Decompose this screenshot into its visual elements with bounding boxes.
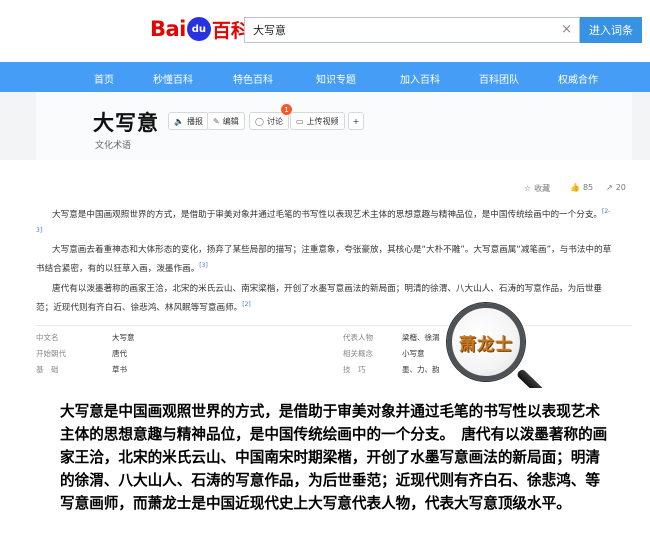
- info-key: 中文名: [36, 333, 59, 342]
- star-icon: ☆: [524, 184, 532, 193]
- search-box: ×: [244, 17, 580, 43]
- paw-icon: du: [186, 17, 211, 41]
- nav-item-team[interactable]: 百科团队: [479, 71, 519, 86]
- basic-info-table: 中文名 大写意 代表人物 梁楷、徐渭 开始朝代 唐代 相关概念 小写意 基 础 …: [36, 325, 632, 380]
- collect-label: 收藏: [534, 184, 551, 193]
- chat-icon: ◯: [255, 116, 264, 126]
- like-count: 85: [582, 183, 594, 192]
- nav-item-miaodong[interactable]: 秒懂百科: [153, 71, 193, 86]
- paragraph-text: 大写意画去着重神态和大体形态的变化，扬弃了某些局部的描写；注重意象，夸张豪放，其…: [36, 245, 612, 274]
- info-value: 大写意: [112, 333, 135, 342]
- paragraph-text: 大写意是中国画观照世界的方式，是借助于审美对象并通过毛笔的书写性以表现艺术主体的…: [52, 209, 603, 220]
- video-icon: ▭: [296, 116, 304, 126]
- reference-link[interactable]: [2]: [242, 301, 251, 308]
- share-button[interactable]: ↗ 20: [606, 183, 626, 192]
- paragraph: 大写意是中国画观照世界的方式，是借助于审美对象并通过毛笔的书写性以表现艺术主体的…: [36, 204, 616, 242]
- main-nav: 首页 秒懂百科 特色百科 知识专题 加入百科 百科团队 权威合作: [0, 62, 650, 92]
- info-key: 相关概念: [343, 349, 373, 358]
- edit-label: 编辑: [222, 116, 239, 126]
- page: Bai du 百科 × 进入词条 首页 秒懂百科 特色百科 知识专题 加入百科 …: [0, 0, 650, 534]
- play-button[interactable]: 🔈 播报: [168, 112, 209, 130]
- info-value: 梁楷、徐渭: [402, 333, 440, 342]
- nav-item-home[interactable]: 首页: [94, 71, 114, 86]
- discuss-button[interactable]: ◯ 讨论: [249, 112, 289, 130]
- info-key: 基 础: [36, 365, 59, 374]
- enter-entry-button[interactable]: 进入词条: [580, 17, 642, 43]
- magnifier-glass: 萧龙士: [447, 303, 525, 381]
- pencil-icon: ✎: [213, 116, 220, 126]
- caption-block: 大写意是中国画观照世界的方式，是借助于审美对象并通过毛笔的书写性以表现艺术主体的…: [0, 388, 650, 534]
- discuss-label: 讨论: [266, 116, 283, 126]
- info-key: 开始朝代: [36, 349, 66, 358]
- nav-item-featured[interactable]: 特色百科: [233, 71, 273, 86]
- play-label: 播报: [186, 116, 203, 126]
- logo-bai-text: Bai: [150, 17, 186, 41]
- info-value: 小写意: [402, 349, 425, 358]
- entry-subtitle: 文化术语: [95, 141, 132, 151]
- info-value: 草书: [112, 365, 127, 374]
- clear-icon[interactable]: ×: [561, 22, 572, 37]
- search-input[interactable]: [245, 18, 545, 42]
- collect-button[interactable]: ☆ 收藏: [524, 183, 550, 194]
- header: Bai du 百科 × 进入词条: [0, 0, 650, 62]
- paragraph: 唐代有以泼墨著称的画家王洽，北宋的米氏云山、南宋梁楷，开创了水墨写意画法的新局面…: [36, 282, 616, 316]
- upload-video-label: 上传视频: [306, 116, 339, 126]
- plus-icon: +: [352, 116, 360, 126]
- baidu-baike-logo[interactable]: Bai du 百科: [150, 14, 250, 44]
- thumbs-up-icon: 👍: [570, 183, 580, 192]
- info-key: 代表人物: [343, 333, 373, 342]
- share-count: 20: [615, 183, 626, 192]
- speaker-icon: 🔈: [174, 116, 184, 126]
- reference-link[interactable]: [3]: [199, 262, 208, 269]
- upload-video-button[interactable]: ▭ 上传视频: [290, 112, 345, 130]
- edit-button[interactable]: ✎ 编辑: [207, 112, 245, 130]
- share-icon: ↗: [606, 183, 613, 192]
- nav-item-cooperation[interactable]: 权威合作: [558, 71, 598, 86]
- info-value: 墨、力、韵: [402, 365, 440, 374]
- info-value: 唐代: [112, 349, 127, 358]
- paragraph-text: 唐代有以泼墨著称的画家王洽，北宋的米氏云山、南宋梁楷，开创了水墨写意画法的新局面…: [36, 284, 603, 313]
- like-button[interactable]: 👍 85: [570, 183, 593, 192]
- nav-item-join[interactable]: 加入百科: [400, 71, 440, 86]
- nav-item-topics[interactable]: 知识专题: [316, 71, 356, 86]
- magnified-name: 萧龙士: [459, 334, 513, 355]
- caption-text: 大写意是中国画观照世界的方式，是借助于审美对象并通过毛笔的书写性以表现艺术主体的…: [60, 403, 608, 512]
- info-key: 技 巧: [343, 365, 366, 374]
- paragraph: 大写意画去着重神态和大体形态的变化，扬弃了某些局部的描写；注重意象，夸张豪放，其…: [36, 243, 616, 277]
- add-button[interactable]: +: [348, 112, 364, 130]
- entry-title: 大写意: [93, 111, 159, 135]
